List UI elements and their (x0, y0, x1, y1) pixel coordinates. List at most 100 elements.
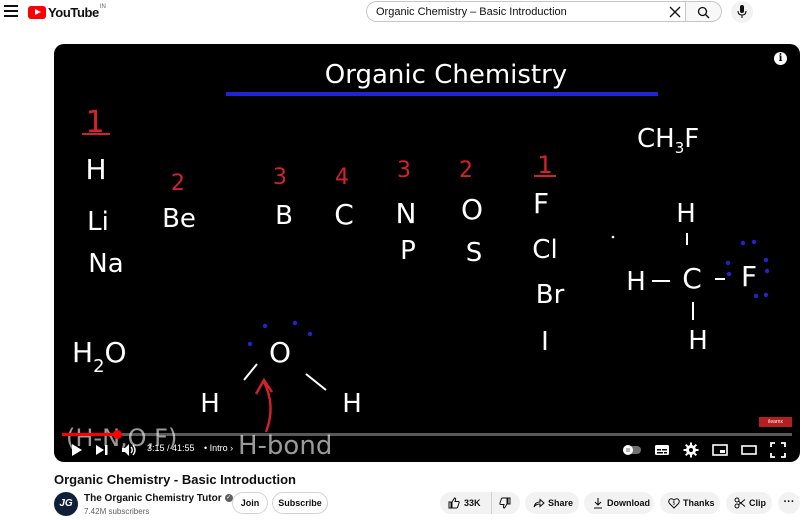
element-n: N (396, 197, 417, 230)
structure-h-bottom: H (688, 326, 708, 356)
water-formula: H2O (72, 336, 127, 377)
element-h: H (85, 153, 106, 186)
valence-number: 3 (273, 165, 287, 190)
element-s: S (466, 238, 483, 268)
arrow-head (254, 377, 273, 395)
channel-name[interactable]: The Organic Chemistry Tutor ✓ (84, 493, 233, 504)
channel-watermark[interactable]: ilearnx (759, 417, 792, 427)
fullscreen-icon[interactable] (770, 442, 786, 458)
video-frame: Organic Chemistry 1 2 3 4 3 2 1 H Li Na … (66, 60, 770, 461)
video-title: Organic Chemistry - Basic Introduction (54, 472, 296, 487)
subscriber-count: 7.42M subscribers (84, 507, 150, 516)
board-title: Organic Chemistry (325, 60, 567, 90)
structure-c: C (682, 262, 702, 295)
element-c: C (334, 198, 354, 231)
element-p: P (400, 236, 416, 266)
bond-line (243, 363, 258, 381)
like-button[interactable]: 33K (440, 492, 492, 514)
valence-underline (82, 133, 110, 135)
element-cl: Cl (532, 235, 557, 265)
progress-bar[interactable] (62, 430, 792, 439)
element-be: Be (162, 204, 196, 234)
download-icon (594, 498, 602, 509)
miniplayer-icon[interactable] (712, 442, 728, 458)
element-br: Br (536, 280, 565, 310)
voice-search-button[interactable] (731, 1, 753, 23)
search-box (366, 1, 686, 22)
next-icon[interactable] (94, 442, 110, 458)
bond-line (692, 302, 694, 320)
player-controls: 3:15 / 41:55 • Intro › (54, 439, 800, 461)
logo-text: YouTube (48, 4, 99, 20)
microphone-icon (737, 5, 747, 18)
valence-number: 1 (537, 151, 552, 179)
thumbs-up-icon (448, 497, 460, 509)
element-na: Na (88, 249, 123, 279)
water-hydrogen-right: H (342, 389, 362, 419)
clip-button[interactable]: Clip (726, 492, 772, 514)
share-icon (533, 498, 545, 508)
clip-label: Clip (749, 498, 766, 508)
share-label: Share (548, 498, 574, 508)
subscribe-button[interactable]: Subscribe (272, 492, 328, 514)
thanks-label: Thanks (683, 498, 715, 508)
youtube-logo[interactable]: YouTube IN (28, 4, 106, 20)
search-icon (697, 6, 710, 19)
bond-line (686, 233, 688, 245)
theater-mode-icon[interactable] (741, 442, 757, 458)
search-button[interactable] (686, 1, 722, 22)
bond-line (715, 278, 725, 280)
formula-ch3f: CH3F (637, 124, 699, 157)
close-icon[interactable] (669, 6, 681, 18)
dislike-button[interactable] (492, 492, 520, 514)
logo-region: IN (99, 4, 106, 10)
water-hydrogen-left: H (200, 389, 220, 419)
more-actions-button[interactable]: ··· (778, 492, 800, 514)
channel-avatar[interactable]: JG (54, 492, 78, 516)
progress-fill (62, 433, 118, 436)
svg-text:$: $ (672, 501, 675, 507)
subtitles-icon[interactable] (654, 442, 670, 458)
valence-number: 3 (397, 158, 411, 183)
thanks-icon: $ (668, 498, 680, 509)
youtube-play-icon (28, 5, 46, 19)
element-i: I (541, 327, 549, 357)
settings-gear-icon[interactable] (683, 442, 699, 458)
time-display: 3:15 / 41:55 (147, 443, 195, 453)
video-player[interactable]: Organic Chemistry 1 2 3 4 3 2 1 H Li Na … (54, 44, 800, 462)
chapter-button[interactable]: • Intro › (204, 443, 233, 453)
valence-number: 2 (171, 171, 185, 196)
element-b: B (275, 201, 293, 231)
like-count: 33K (464, 498, 481, 508)
element-f: F (533, 187, 549, 220)
download-label: Download (607, 498, 650, 508)
thanks-button[interactable]: $ Thanks (660, 492, 720, 514)
structure-h-top: H (676, 199, 696, 229)
water-oxygen: O (269, 336, 291, 369)
share-button[interactable]: Share (525, 492, 579, 514)
element-o: O (461, 193, 483, 226)
bond-line (305, 373, 327, 391)
info-icon[interactable]: i (774, 52, 787, 65)
bond-line (652, 280, 670, 282)
valence-number: 4 (335, 165, 349, 190)
search-input[interactable] (376, 5, 656, 19)
thumbs-down-icon (499, 497, 511, 509)
menu-icon[interactable] (4, 5, 18, 17)
volume-icon[interactable] (121, 442, 137, 458)
like-dislike-group: 33K (440, 492, 520, 514)
top-bar: YouTube IN (0, 0, 808, 24)
channel-name-text[interactable]: The Organic Chemistry Tutor (84, 493, 222, 504)
download-button[interactable]: Download (584, 492, 654, 514)
join-button[interactable]: Join (232, 492, 268, 514)
stray-dot (611, 235, 615, 239)
title-underline (226, 92, 658, 96)
autoplay-toggle-icon[interactable] (622, 442, 642, 458)
play-icon[interactable] (68, 442, 84, 458)
structure-h-left: H (626, 267, 646, 297)
scissors-icon (734, 497, 746, 509)
structure-f: F (741, 260, 757, 293)
valence-underline (534, 175, 556, 177)
valence-number: 2 (459, 158, 473, 183)
element-li: Li (87, 207, 109, 237)
